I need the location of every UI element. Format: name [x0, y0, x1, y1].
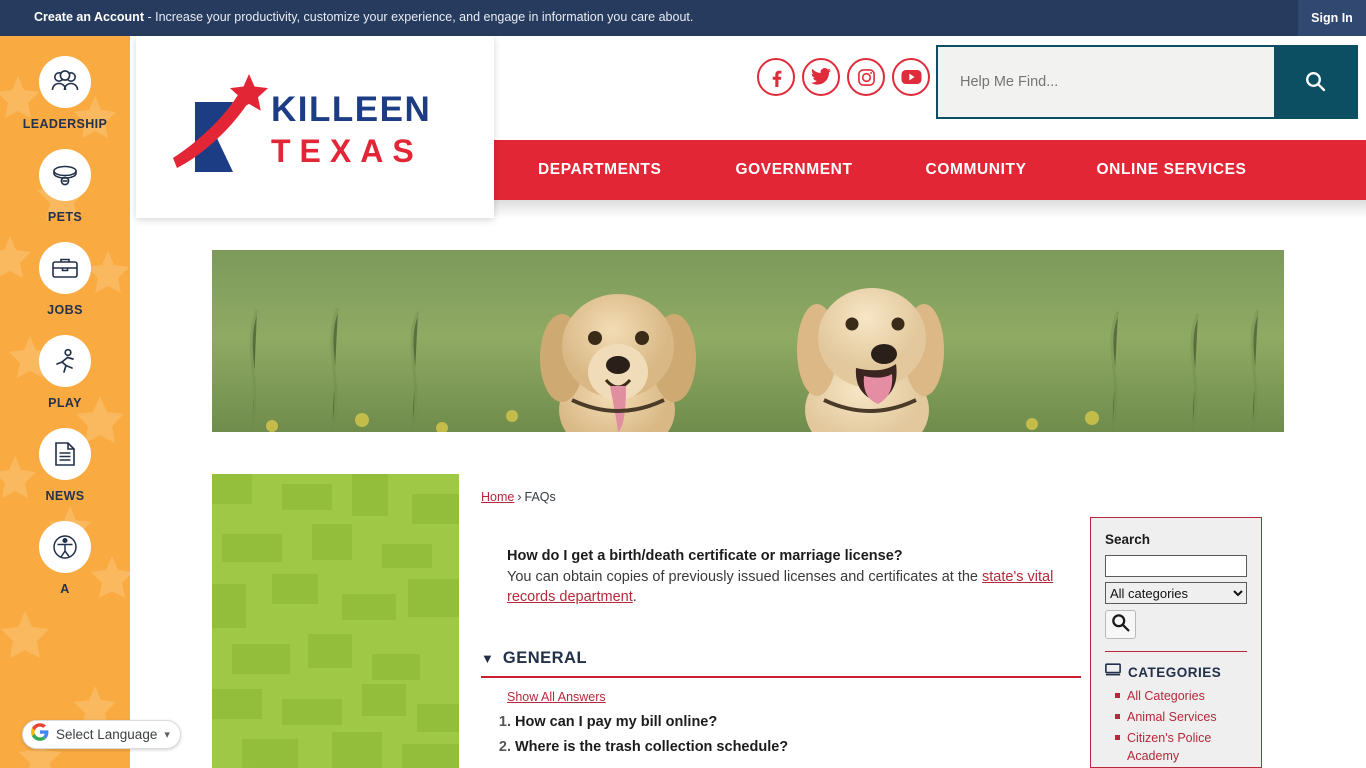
- green-placeholder-pattern: [212, 474, 459, 768]
- breadcrumb-current: FAQs: [524, 490, 556, 504]
- nav-item-government[interactable]: GOVERNMENT: [735, 161, 852, 179]
- instagram-icon[interactable]: [847, 58, 885, 96]
- nav-shadow: [494, 200, 1366, 218]
- rail-item-jobs[interactable]: JOBS: [0, 242, 130, 317]
- featured-faq-answer: You can obtain copies of previously issu…: [507, 567, 1081, 607]
- search-submit-button[interactable]: [1274, 47, 1356, 117]
- site-search: [936, 45, 1358, 119]
- newspaper-icon: [39, 428, 91, 480]
- featured-faq-answer-post: .: [632, 589, 637, 605]
- panel-divider: [1105, 651, 1247, 652]
- rail-item-pets[interactable]: PETS: [0, 149, 130, 224]
- show-all-answers-link[interactable]: Show All Answers: [507, 690, 606, 704]
- breadcrumb: Home › FAQs: [481, 490, 1081, 504]
- list-item: Citizen's Police Academy: [1115, 729, 1247, 765]
- side-search-heading: Search: [1105, 532, 1151, 547]
- featured-faq: How do I get a birth/death certificate o…: [481, 548, 1081, 607]
- twitter-icon[interactable]: [802, 58, 840, 96]
- general-faq-list: How can I pay my bill online? Where is t…: [481, 714, 1081, 755]
- general-section-header[interactable]: ▼ GENERAL: [481, 649, 1081, 678]
- google-translate-widget[interactable]: Select Language ▾: [22, 720, 181, 749]
- logo-wordmark: KILLEEN TEXAS: [271, 92, 431, 167]
- chevron-down-icon: ▼: [481, 651, 494, 666]
- logo-line-killeen: KILLEEN: [271, 90, 432, 129]
- people-icon: [39, 56, 91, 108]
- account-bar-text: Create an Account - Increase your produc…: [34, 10, 693, 24]
- site-logo[interactable]: KILLEEN TEXAS: [136, 36, 494, 218]
- briefcase-icon: [39, 242, 91, 294]
- account-bar-tagline: - Increase your productivity, customize …: [143, 10, 694, 24]
- search-icon: [1303, 69, 1327, 96]
- faq-question-link[interactable]: Where is the trash collection schedule?: [515, 739, 788, 755]
- rail-item-leadership[interactable]: LEADERSHIP: [0, 56, 130, 131]
- faq-search-panel: Search All categories CATEGORIES All Cat…: [1090, 517, 1262, 768]
- rail-item-label: PETS: [47, 210, 83, 224]
- translate-label: Select Language: [56, 727, 158, 742]
- puppies-banner-illustration: [212, 250, 1284, 432]
- rail-item-label: LEADERSHIP: [22, 117, 108, 131]
- category-link-citizens-police-academy[interactable]: Citizen's Police Academy: [1127, 731, 1211, 763]
- rail-item-label: PLAY: [48, 396, 82, 410]
- chevron-down-icon: ▾: [164, 729, 170, 741]
- category-list: All Categories Animal Services Citizen's…: [1105, 687, 1247, 766]
- rail-item-label: JOBS: [47, 303, 83, 317]
- rail-item-label: A: [60, 582, 70, 596]
- sign-in-button[interactable]: Sign In: [1298, 0, 1366, 36]
- list-item: Where is the trash collection schedule?: [515, 739, 1081, 755]
- list-item: Animal Services: [1115, 708, 1247, 726]
- categories-header: CATEGORIES: [1105, 663, 1247, 681]
- monitor-icon: [1105, 663, 1121, 681]
- category-link-animal-services[interactable]: Animal Services: [1127, 710, 1217, 724]
- breadcrumb-home-link[interactable]: Home: [481, 490, 514, 504]
- create-account-link[interactable]: Create an Account: [34, 10, 144, 24]
- page-banner-image: [212, 250, 1284, 432]
- running-person-icon: [39, 335, 91, 387]
- sidebar-promo-image-placeholder: [212, 474, 459, 768]
- killeen-k-mark-icon: [173, 74, 268, 172]
- breadcrumb-separator: ›: [517, 490, 522, 504]
- rail-item-accessibility[interactable]: A: [0, 521, 130, 596]
- faq-category-select[interactable]: All categories: [1105, 582, 1247, 604]
- pet-collar-icon: [39, 149, 91, 201]
- search-input[interactable]: [938, 47, 1274, 117]
- rail-item-news[interactable]: NEWS: [0, 428, 130, 503]
- social-links: [757, 58, 930, 96]
- nav-item-departments[interactable]: DEPARTMENTS: [538, 161, 661, 179]
- main-content: Home › FAQs How do I get a birth/death cer…: [481, 490, 1081, 764]
- rail-item-label: NEWS: [45, 489, 85, 503]
- faq-search-input[interactable]: [1105, 555, 1247, 577]
- accessibility-icon: [39, 521, 91, 573]
- nav-item-community[interactable]: COMMUNITY: [926, 161, 1027, 179]
- rail-item-play[interactable]: PLAY: [0, 335, 130, 410]
- nav-item-online-services[interactable]: ONLINE SERVICES: [1097, 161, 1247, 179]
- featured-faq-answer-pre: You can obtain copies of previously issu…: [507, 569, 983, 585]
- categories-title: CATEGORIES: [1128, 664, 1222, 680]
- list-item: All Categories: [1115, 687, 1247, 705]
- logo-line-texas: TEXAS: [271, 133, 423, 169]
- google-g-icon: [31, 723, 49, 746]
- account-bar: Create an Account - Increase your produc…: [0, 0, 1366, 36]
- faq-search-button[interactable]: [1105, 610, 1136, 639]
- facebook-icon[interactable]: [757, 58, 795, 96]
- quick-link-rail: LEADERSHIP PETS JOBS PLAY NEWS A: [0, 36, 130, 768]
- category-link-all[interactable]: All Categories: [1127, 689, 1205, 703]
- list-item: How can I pay my bill online?: [515, 714, 1081, 730]
- featured-faq-question: How do I get a birth/death certificate o…: [507, 548, 903, 564]
- search-icon: [1110, 612, 1131, 638]
- faq-question-link[interactable]: How can I pay my bill online?: [515, 714, 717, 730]
- main-navigation: DEPARTMENTS GOVERNMENT COMMUNITY ONLINE …: [494, 140, 1366, 200]
- general-section-title: GENERAL: [502, 649, 588, 667]
- youtube-icon[interactable]: [892, 58, 930, 96]
- header-utility-area: [494, 36, 1366, 140]
- logo-graphic: KILLEEN TEXAS: [165, 72, 465, 182]
